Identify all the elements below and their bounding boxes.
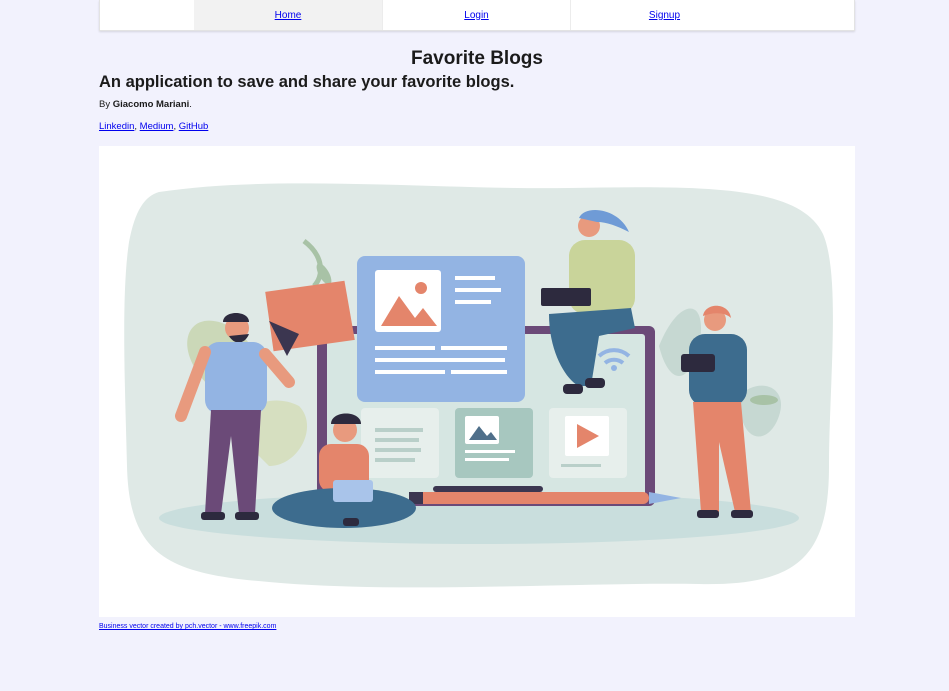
social-links: Linkedin, Medium, GitHub — [99, 120, 855, 134]
page-container: Home Login Signup Favorite Blogs An appl… — [99, 0, 855, 630]
hero-illustration — [99, 146, 855, 617]
byline-suffix: . — [189, 99, 192, 110]
nav-signup-link[interactable]: Signup — [570, 0, 758, 30]
linkedin-link[interactable]: Linkedin — [99, 121, 134, 132]
author-byline: By Giacomo Mariani. — [99, 98, 855, 112]
top-navbar: Home Login Signup — [99, 0, 855, 31]
page-title: Favorite Blogs — [411, 48, 543, 69]
github-link[interactable]: GitHub — [179, 121, 209, 132]
image-credit-link[interactable]: Business vector created by pch.vector - … — [99, 623, 276, 630]
medium-link[interactable]: Medium — [140, 121, 174, 132]
pen — [409, 492, 649, 504]
nav-home-link[interactable]: Home — [194, 0, 382, 30]
leaf-shape — [750, 395, 778, 405]
author-name: Giacomo Mariani — [112, 99, 190, 110]
tablet-icon — [681, 354, 715, 372]
nav-login-link[interactable]: Login — [382, 0, 570, 30]
laptop-icon — [541, 288, 591, 306]
blogging-illustration — [124, 183, 833, 588]
byline-prefix: By — [99, 99, 111, 110]
laptop-icon — [333, 480, 373, 502]
screen-card — [361, 408, 439, 478]
page-subtitle: An application to save and share your fa… — [99, 73, 515, 91]
